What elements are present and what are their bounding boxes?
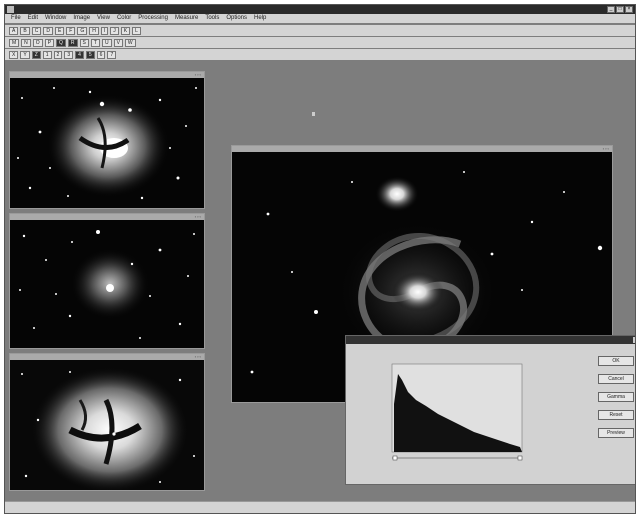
tool-button[interactable]: K [120,26,131,35]
white-point-handle[interactable] [517,455,523,461]
menu-help[interactable]: Help [254,14,266,23]
window-controls[interactable]: ▫▫▫ [195,73,202,77]
tool-button[interactable]: W [124,38,136,47]
cancel-button[interactable]: Cancel [598,374,634,384]
minimize-icon[interactable]: _ [607,6,615,13]
menu-tools[interactable]: Tools [205,14,219,23]
tool-button[interactable]: Y [20,50,30,59]
image-window-nebula-3[interactable]: ▫▫▫ [9,353,205,491]
tool-button[interactable]: X [9,50,19,59]
reset-button[interactable]: Reset [598,410,634,420]
histogram-dialog: × OK Cancel Gamma [345,335,635,485]
tool-button[interactable]: V [113,38,123,47]
mouse-cursor [312,112,315,116]
close-icon[interactable]: × [625,6,633,13]
window-controls[interactable]: ▫▫▫ [603,147,610,151]
tool-button[interactable]: A [9,26,19,35]
toolbar-2: M N O P Q R S T U V W [5,37,635,48]
menu-window[interactable]: Window [45,14,66,23]
menu-edit[interactable]: Edit [28,14,38,23]
tool-button[interactable]: O [32,38,43,47]
dialog-title-bar[interactable]: × [346,336,635,344]
tool-button[interactable]: H [89,26,99,35]
tool-button[interactable]: U [101,38,112,47]
gamma-button[interactable]: Gamma [598,392,634,402]
tool-button[interactable]: F [66,26,76,35]
image-window-nebula-1[interactable]: ▫▫▫ [9,71,205,209]
tool-button[interactable]: 3 [64,50,74,59]
tool-button[interactable]: L [132,26,141,35]
tool-button[interactable]: Z [31,50,41,59]
tool-button[interactable]: J [110,26,119,35]
image-window-nebula-2[interactable]: ▫▫▫ [9,213,205,349]
app-icon [7,6,14,13]
close-icon[interactable]: × [633,337,635,343]
tool-button[interactable]: R [67,38,78,47]
nebula-image [10,220,204,348]
menu-measure[interactable]: Measure [175,14,198,23]
menu-processing[interactable]: Processing [138,14,168,23]
menu-bar: File Edit Window Image View Color Proces… [5,14,635,23]
tool-button[interactable]: M [9,38,20,47]
toolbar-1: A B C D E F G H I J K L [5,25,635,36]
preview-button[interactable]: Preview [598,428,634,438]
window-controls[interactable]: ▫▫▫ [195,215,202,219]
tool-button[interactable]: 1 [42,50,52,59]
tool-button[interactable]: D [43,26,53,35]
tool-button[interactable]: 4 [75,50,84,59]
tool-button[interactable]: T [90,38,100,47]
tool-button[interactable]: 7 [107,50,117,59]
title-bar[interactable]: _ □ × [5,5,635,14]
nebula-image [10,360,204,490]
menu-file[interactable]: File [11,14,21,23]
tool-button[interactable]: B [20,26,30,35]
tool-button[interactable]: Q [56,38,66,47]
window-controls: _ □ × [607,6,633,13]
tool-button[interactable]: S [79,38,89,47]
tool-button[interactable]: E [54,26,65,35]
tool-button[interactable]: I [100,26,109,35]
tool-button[interactable]: N [21,38,31,47]
tool-button[interactable]: C [31,26,42,35]
nebula-image [10,78,204,208]
tool-button[interactable]: 2 [53,50,63,59]
toolbar-3: X Y Z 1 2 3 4 5 6 7 [5,49,635,60]
black-point-handle[interactable] [392,455,398,461]
tool-button[interactable]: 6 [96,50,106,59]
status-bar [5,501,635,513]
tool-button[interactable]: G [77,26,88,35]
menu-view[interactable]: View [97,14,110,23]
tool-button[interactable]: 5 [85,50,95,59]
tool-button[interactable]: P [44,38,55,47]
menu-options[interactable]: Options [226,14,247,23]
histogram-plot [391,363,523,461]
app-window: _ □ × File Edit Window Image View Color … [4,4,636,514]
ok-button[interactable]: OK [598,356,634,366]
menu-image[interactable]: Image [73,14,90,23]
window-controls[interactable]: ▫▫▫ [195,355,202,359]
menu-color[interactable]: Color [117,14,131,23]
maximize-icon[interactable]: □ [616,6,624,13]
